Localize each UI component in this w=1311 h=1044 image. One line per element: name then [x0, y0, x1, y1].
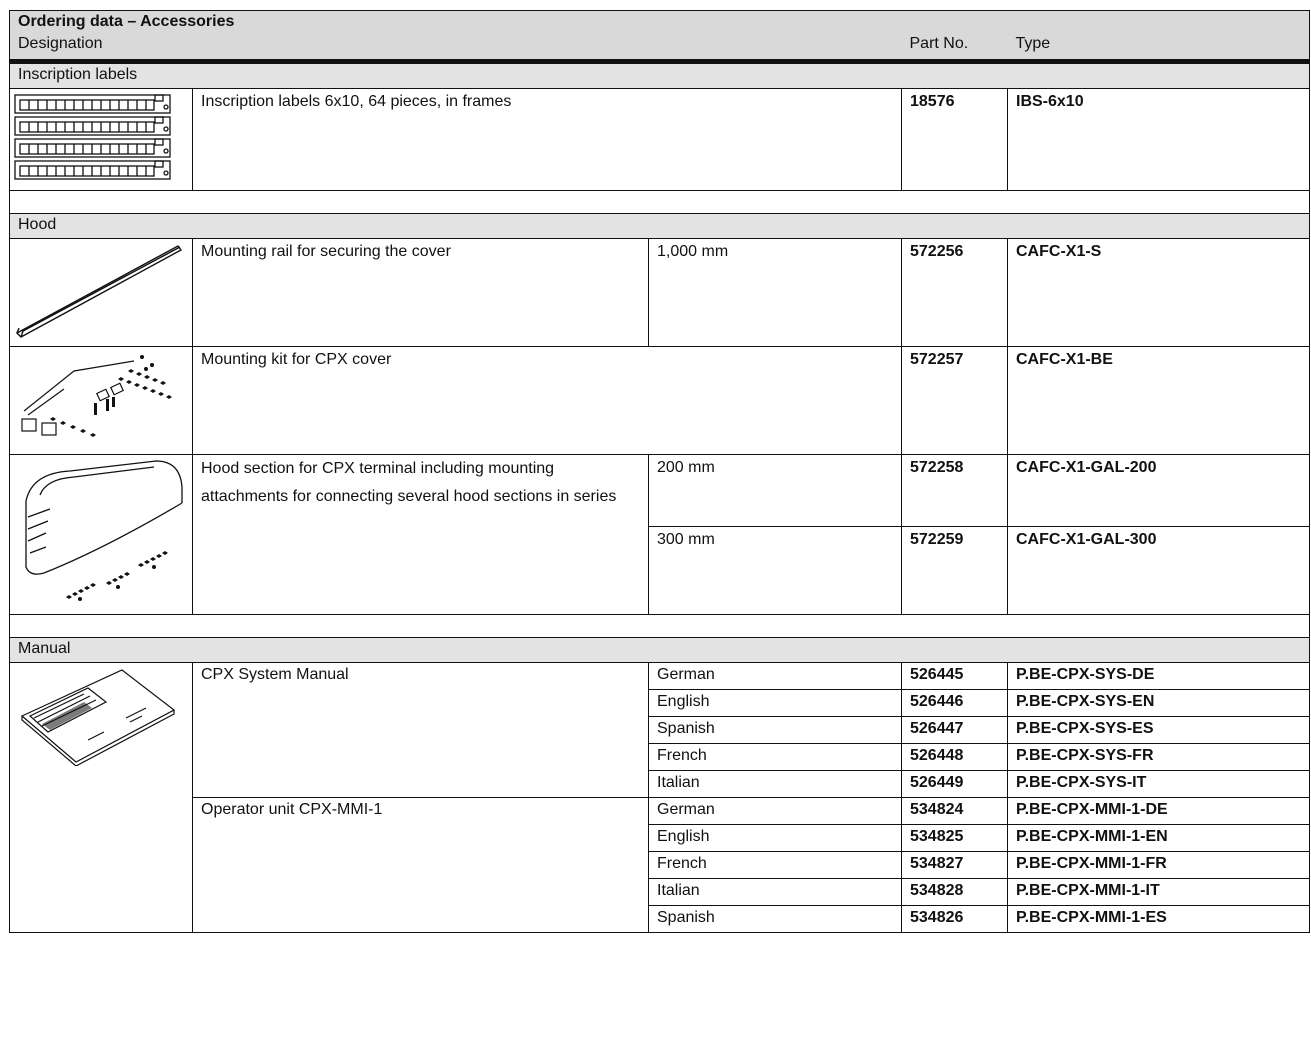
mmi-lang-es: Spanish [648, 905, 902, 933]
manual-image [9, 662, 193, 933]
section-manual: Manual [8, 637, 1311, 663]
mounting-kit-type: CAFC-X1-BE [1006, 346, 1311, 455]
mounting-rail-icon [15, 245, 183, 338]
mmi-part-no-it: 534828 [901, 878, 1008, 906]
sys-lang-en: English [648, 689, 902, 717]
table-row: Mounting rail for securing the cover 1,0… [9, 238, 1311, 347]
table-row: CPX System Manual German 526445 P.BE-CPX… [9, 662, 1311, 933]
system-manual-desc: CPX System Manual [192, 662, 649, 798]
mounting-rail-desc: Mounting rail for securing the cover [192, 238, 649, 347]
hood-section-200-part-no: 572258 [901, 454, 1008, 527]
sys-part-no-fr: 526448 [901, 743, 1008, 771]
mmi-lang-it: Italian [648, 878, 902, 906]
table-row: Hood section for CPX terminal including … [9, 454, 1311, 615]
sys-type-en: P.BE-CPX-SYS-EN [1006, 689, 1311, 717]
mounting-kit-image [9, 346, 193, 455]
mounting-rail-part-no: 572256 [901, 238, 1008, 347]
mmi-type-es: P.BE-CPX-MMI-1-ES [1006, 905, 1311, 933]
operator-unit-desc: Operator unit CPX-MMI-1 [192, 797, 649, 933]
section-label: Hood [8, 213, 1311, 239]
table-row: Mounting kit for CPX cover 572257 CAFC-X… [9, 346, 1311, 455]
mmi-part-no-fr: 534827 [901, 851, 1008, 879]
header-type: Type [1007, 33, 1311, 64]
mounting-kit-desc: Mounting kit for CPX cover [192, 346, 902, 455]
header-part-no: Part No. [901, 33, 1008, 64]
mounting-rail-variant: 1,000 mm [648, 238, 902, 347]
ordering-data-table-container: Ordering data – Accessories Designation … [8, 10, 1311, 933]
section-inscription-labels: Inscription labels [8, 61, 1311, 89]
mmi-type-de: P.BE-CPX-MMI-1-DE [1006, 797, 1311, 825]
mmi-lang-fr: French [648, 851, 902, 879]
hood-section-desc: Hood section for CPX terminal including … [192, 454, 649, 615]
section-label: Manual [8, 637, 1311, 663]
hood-section-200-variant: 200 mm [648, 454, 902, 527]
mmi-part-no-de: 534824 [901, 797, 1008, 825]
inscription-labels-image [9, 88, 193, 191]
sys-lang-fr: French [648, 743, 902, 771]
label-frame-1 [14, 94, 171, 114]
inscription-labels-frames-icon [14, 94, 171, 180]
page-title: Ordering data – Accessories [8, 10, 1311, 33]
hood-section-300-part-no: 572259 [901, 525, 1008, 616]
title-row: Ordering data – Accessories [8, 10, 1311, 33]
mounting-kit-icon [21, 355, 172, 437]
hood-section-300-variant: 300 mm [648, 525, 902, 616]
ordering-data-table: Ordering data – Accessories Designation … [8, 10, 1311, 933]
header-designation: Designation [9, 33, 902, 64]
spacer-row [8, 190, 1311, 214]
sys-type-es: P.BE-CPX-SYS-ES [1006, 716, 1311, 744]
hood-section-image [9, 454, 193, 615]
sys-lang-it: Italian [648, 770, 902, 798]
header-row: Designation Part No. Type [9, 33, 1311, 64]
sys-lang-es: Spanish [648, 716, 902, 744]
sys-part-no-es: 526447 [901, 716, 1008, 744]
inscription-labels-part-no: 18576 [901, 88, 1008, 191]
label-frame-3 [14, 138, 171, 158]
sys-part-no-en: 526446 [901, 689, 1008, 717]
section-hood: Hood [8, 213, 1311, 239]
inscription-labels-type: IBS-6x10 [1006, 88, 1311, 191]
sys-lang-de: German [648, 662, 902, 690]
hood-section-icon [25, 460, 183, 601]
mounting-kit-part-no: 572257 [901, 346, 1008, 455]
mmi-type-en: P.BE-CPX-MMI-1-EN [1006, 824, 1311, 852]
mmi-lang-de: German [648, 797, 902, 825]
sys-part-no-it: 526449 [901, 770, 1008, 798]
mmi-part-no-es: 534826 [901, 905, 1008, 933]
label-frame-2 [14, 116, 171, 136]
spacer-row [8, 614, 1311, 638]
mmi-type-it: P.BE-CPX-MMI-1-IT [1006, 878, 1311, 906]
mounting-rail-type: CAFC-X1-S [1006, 238, 1311, 347]
sys-part-no-de: 526445 [901, 662, 1008, 690]
hood-section-desc-text: Hood section for CPX terminal including … [201, 460, 617, 505]
sys-type-fr: P.BE-CPX-SYS-FR [1006, 743, 1311, 771]
sys-type-it: P.BE-CPX-SYS-IT [1006, 770, 1311, 798]
manual-booklet-icon [20, 669, 176, 767]
mounting-rail-image [9, 238, 193, 347]
table-row: Inscription labels 6x10, 64 pieces, in f… [9, 88, 1311, 191]
mmi-type-fr: P.BE-CPX-MMI-1-FR [1006, 851, 1311, 879]
label-frame-4 [14, 160, 171, 180]
sys-type-de: P.BE-CPX-SYS-DE [1006, 662, 1311, 690]
mmi-lang-en: English [648, 824, 902, 852]
inscription-labels-desc: Inscription labels 6x10, 64 pieces, in f… [192, 88, 902, 191]
hood-section-300-type: CAFC-X1-GAL-300 [1006, 525, 1311, 616]
mmi-part-no-en: 534825 [901, 824, 1008, 852]
section-label: Inscription labels [8, 61, 1311, 89]
table-row: Operator unit CPX-MMI-1 German 534824 P.… [10, 797, 1311, 933]
hood-section-200-type: CAFC-X1-GAL-200 [1006, 454, 1311, 527]
